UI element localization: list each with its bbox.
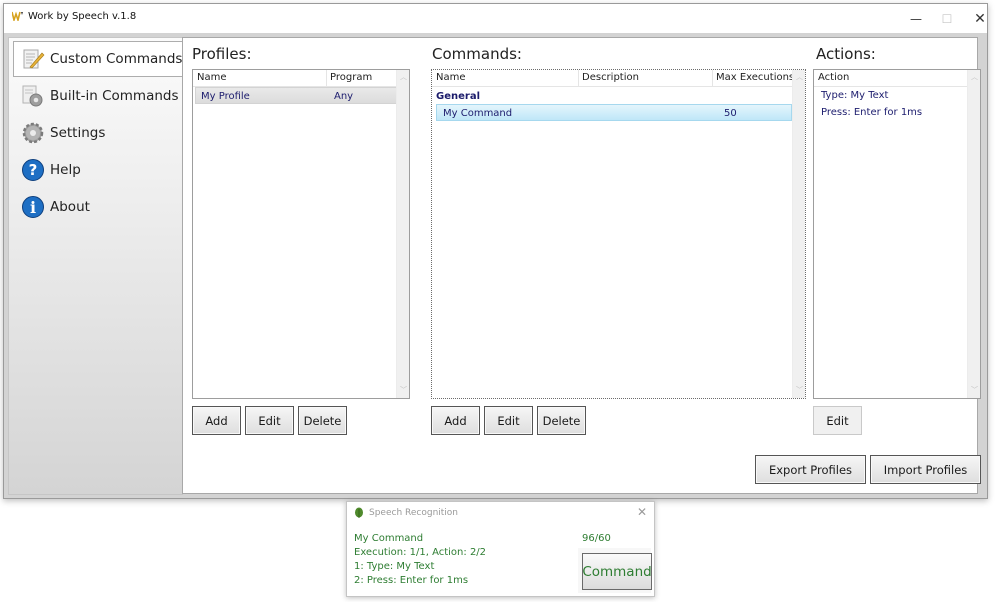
column-separator [578,70,579,87]
command-add-button[interactable]: Add [431,406,480,435]
action-item[interactable]: Press: Enter for 1ms [821,107,922,118]
scroll-up-icon[interactable]: ︿ [793,71,806,84]
popup-body: My Command Execution: 1/1, Action: 2/2 1… [351,530,652,593]
sidebar-item-label: About [50,199,90,215]
svg-text:i: i [30,198,36,217]
recognized-command: My Command [354,533,424,544]
profile-delete-button[interactable]: Delete [298,406,347,435]
sidebar-item-help[interactable]: ? Help [14,152,186,188]
leaf-logo-icon [355,507,363,518]
command-delete-button[interactable]: Delete [537,406,586,435]
close-button[interactable]: ✕ [965,8,995,30]
sidebar: Custom Commands Built-in Commands Settin… [8,37,187,495]
import-profiles-button[interactable]: Import Profiles [870,455,981,484]
actions-title: Actions: [816,45,876,63]
sidebar-item-custom-commands[interactable]: Custom Commands [13,41,187,77]
action-edit-button[interactable]: Edit [813,406,862,435]
group-header-general[interactable]: General [436,91,480,102]
action-line: 1: Type: My Text [354,561,435,572]
commands-scrollbar[interactable]: ︿ ﹀ [792,70,805,398]
column-header-max-executions[interactable]: Max Executions [716,72,794,83]
column-header-description[interactable]: Description [582,72,639,83]
sidebar-item-label: Built-in Commands [50,88,179,104]
actions-list-header: Action [814,70,968,87]
sidebar-item-label: Help [50,162,81,178]
speech-recognition-popup: Speech Recognition ✕ My Command Executio… [346,501,655,597]
command-row[interactable]: My Command 50 [436,104,792,121]
popup-title-bar[interactable]: Speech Recognition ✕ [347,502,654,526]
popup-title: Speech Recognition [369,508,459,518]
column-header-name[interactable]: Name [436,72,466,83]
main-window: Work by Speech v.1.8 — ☐ ✕ Custom Comman… [3,3,988,499]
sidebar-item-label: Custom Commands [50,51,183,67]
command-mode-button[interactable]: Command [582,553,652,590]
sidebar-item-about[interactable]: i About [14,189,186,225]
app-logo-icon [12,11,23,21]
profile-name: My Profile [201,91,250,102]
column-header-name[interactable]: Name [197,72,227,83]
column-separator [712,70,713,87]
recognition-counter: 96/60 [582,533,611,544]
profile-row[interactable]: My Profile Any [195,87,409,104]
command-name: My Command [443,108,513,119]
scroll-up-icon[interactable]: ︿ [397,71,410,84]
profiles-list-header: Name Program [193,70,397,87]
profile-edit-button[interactable]: Edit [245,406,294,435]
execution-status: Execution: 1/1, Action: 2/2 [354,547,487,558]
gear-icon [22,122,44,144]
window-title: Work by Speech v.1.8 [28,11,137,22]
actions-scrollbar[interactable]: ︿ ﹀ [967,70,980,398]
recognition-log: My Command Execution: 1/1, Action: 2/2 1… [351,530,578,593]
commands-list-header: Name Description Max Executions [432,70,794,87]
scroll-down-icon[interactable]: ﹀ [793,384,806,397]
export-profiles-button[interactable]: Export Profiles [755,455,866,484]
column-header-action[interactable]: Action [818,72,849,83]
scroll-down-icon[interactable]: ﹀ [397,384,410,397]
profile-add-button[interactable]: Add [192,406,241,435]
profile-program: Any [334,91,354,102]
minimize-button[interactable]: — [901,8,931,30]
sidebar-item-settings[interactable]: Settings [14,115,186,151]
scroll-down-icon[interactable]: ﹀ [968,384,981,397]
sidebar-item-built-in-commands[interactable]: Built-in Commands [14,78,186,114]
maximize-button[interactable]: ☐ [932,8,962,30]
actions-list[interactable]: Action Type: My Text Press: Enter for 1m… [813,69,981,399]
command-max-executions: 50 [724,108,737,119]
content-panel: Profiles: Name Program My Profile Any ︿ … [182,37,981,494]
help-question-icon: ? [22,159,44,181]
info-icon: i [22,196,44,218]
action-item[interactable]: Type: My Text [821,90,888,101]
command-edit-button[interactable]: Edit [484,406,533,435]
column-header-program[interactable]: Program [330,72,372,83]
action-line: 2: Press: Enter for 1ms [354,575,469,586]
profiles-title: Profiles: [192,45,252,63]
commands-title: Commands: [432,45,522,63]
popup-close-button[interactable]: ✕ [637,505,647,519]
notepad-pencil-icon [23,49,45,69]
sidebar-item-label: Settings [50,125,106,141]
profiles-list[interactable]: Name Program My Profile Any ︿ ﹀ [192,69,410,399]
column-separator [326,70,327,87]
profiles-scrollbar[interactable]: ︿ ﹀ [396,70,409,398]
title-bar[interactable]: Work by Speech v.1.8 — ☐ ✕ [4,4,987,33]
commands-list[interactable]: Name Description Max Executions General … [431,69,806,399]
svg-text:?: ? [29,161,38,179]
scroll-up-icon[interactable]: ︿ [968,71,981,84]
document-gear-icon [22,85,43,107]
